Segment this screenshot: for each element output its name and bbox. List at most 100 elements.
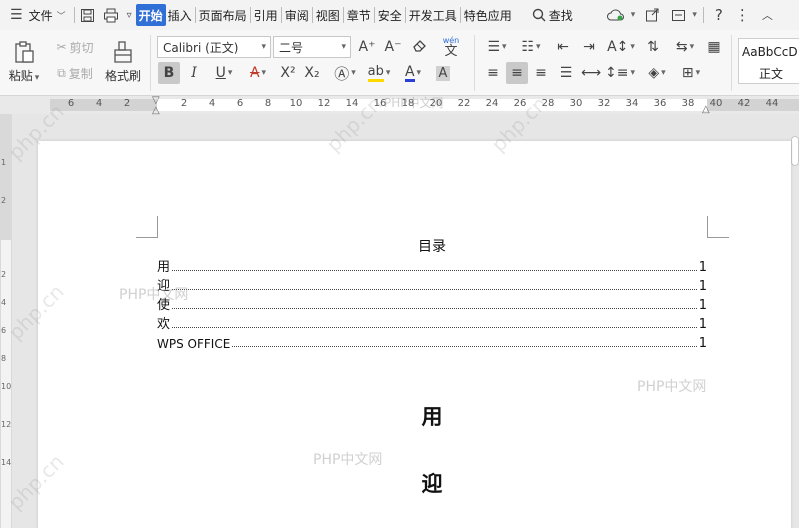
divider [311, 7, 313, 23]
toc-entry[interactable]: 用 1 [157, 257, 707, 275]
ruler-number: 18 [401, 98, 415, 109]
font-size-select[interactable]: 二号 ▾ [273, 36, 351, 58]
subscript-button[interactable]: X₂ [301, 62, 323, 84]
text-effect-icon: Ⓐ [334, 64, 350, 83]
bullet-list-button[interactable]: ☰ ▾ [482, 36, 512, 58]
toc-entry[interactable]: 使 1 [157, 295, 707, 313]
style-gallery-normal[interactable]: AaBbCcD 正文 [738, 38, 799, 84]
document-heading[interactable]: 用 [157, 401, 707, 431]
tab-insert[interactable]: 插入 [166, 4, 194, 26]
hamburger-icon[interactable]: ☰ [6, 4, 27, 26]
tab-references[interactable]: 引用 [252, 4, 280, 26]
chevron-down-icon[interactable]: ﹀ [57, 9, 66, 22]
tab-page-layout[interactable]: 页面布局 [197, 4, 249, 26]
font-color-icon: A [404, 63, 415, 82]
chevron-down-icon[interactable]: ▾ [692, 10, 697, 20]
chevron-down-icon: ▾ [416, 68, 422, 78]
toc-entry-text: 使 [157, 298, 171, 313]
toc-leader [172, 289, 697, 290]
font-color-button[interactable]: A ▾ [398, 62, 428, 84]
highlight-button[interactable]: ab ▾ [364, 62, 394, 84]
print-icon[interactable] [99, 4, 123, 26]
tab-features[interactable]: 特色应用 [462, 4, 514, 26]
grow-font-button[interactable]: A⁺ [356, 36, 378, 58]
scissors-icon: ✂ [56, 40, 67, 54]
more-quick-icon[interactable]: ▿ [123, 4, 136, 26]
underline-button[interactable]: U ▾ [207, 62, 241, 84]
divider [459, 7, 461, 23]
help-icon[interactable]: ? [711, 4, 727, 26]
sort-button[interactable]: ⇅ [642, 36, 664, 58]
tab-view[interactable]: 视图 [314, 4, 342, 26]
borders-button[interactable]: ⊞ ▾ [676, 62, 706, 84]
cut-button[interactable]: ✂ 剪切 [50, 36, 100, 58]
toc-entry-page: 1 [698, 317, 707, 332]
more-icon[interactable]: ⋮ [731, 4, 754, 26]
shrink-font-button[interactable]: A⁻ [382, 36, 404, 58]
divider [702, 7, 704, 23]
strikethrough-button[interactable]: A ▾ [243, 62, 273, 84]
grow-font-icon: A⁺ [358, 39, 376, 55]
line-spacing-button[interactable]: ↕≡ ▾ [605, 62, 635, 84]
toc-entry[interactable]: 欢 1 [157, 314, 707, 332]
paste-button[interactable]: 粘贴 ▾ [4, 34, 44, 86]
export-icon[interactable] [667, 4, 690, 26]
toc-entry[interactable]: WPS OFFICE 1 [157, 333, 707, 351]
ruler-number: 4 [95, 98, 103, 109]
tab-home[interactable]: 开始 [135, 4, 166, 26]
paragraph-adjust-icon: ⇆ [675, 39, 688, 55]
tab-developer[interactable]: 开发工具 [407, 4, 459, 26]
align-center-button[interactable]: ≡ [506, 62, 528, 84]
align-left-button[interactable]: ≡ [482, 62, 504, 84]
chevron-down-icon: ▾ [227, 68, 233, 78]
ruler-number: 28 [541, 98, 555, 109]
toc-entry[interactable]: 迎 1 [157, 276, 707, 294]
sort-icon: ⇅ [647, 39, 659, 55]
search-icon[interactable] [528, 4, 547, 26]
font-name-select[interactable]: Calibri (正文) ▾ [157, 36, 271, 58]
clear-format-button[interactable] [408, 36, 430, 58]
align-right-button[interactable]: ≡ [530, 62, 552, 84]
bold-button[interactable]: B [158, 62, 180, 84]
line-spacing-icon: ↕≡ [605, 65, 629, 81]
share-icon[interactable] [641, 4, 663, 26]
italic-button[interactable]: I [183, 62, 205, 84]
increase-indent-button[interactable]: ⇥ [578, 36, 600, 58]
save-icon[interactable] [76, 4, 99, 26]
text-direction-button[interactable]: A↕ ▾ [605, 36, 637, 58]
text-effect-button[interactable]: Ⓐ ▾ [330, 62, 360, 84]
chevron-down-icon: ▾ [689, 42, 695, 52]
superscript-button[interactable]: X² [277, 62, 299, 84]
shading-button[interactable]: ◈ ▾ [642, 62, 672, 84]
right-indent-marker[interactable]: △ [702, 104, 710, 115]
table-border-button[interactable]: ▦ [703, 36, 725, 58]
vertical-scrollbar-thumb[interactable] [791, 136, 799, 166]
bold-icon: B [163, 65, 175, 81]
tab-review[interactable]: 审阅 [283, 4, 311, 26]
chevron-down-icon[interactable]: ▾ [631, 10, 636, 20]
align-right-icon: ≡ [535, 65, 547, 81]
paint-bucket-icon: ◈ [648, 65, 660, 81]
justify-button[interactable]: ☰ [555, 62, 577, 84]
toc-title[interactable]: 目录 [157, 236, 707, 256]
decrease-indent-button[interactable]: ⇤ [552, 36, 574, 58]
cloud-sync-icon[interactable] [603, 4, 629, 26]
font-size-value: 二号 [279, 40, 304, 55]
document-heading[interactable]: 迎 [157, 468, 707, 498]
file-menu[interactable]: 文件 [27, 4, 55, 26]
line-spacing-adjust-button[interactable]: ⇆ ▾ [670, 36, 700, 58]
distributed-align-button[interactable]: ⟷ [580, 62, 602, 84]
search-label[interactable]: 查找 [547, 4, 575, 26]
numbered-list-button[interactable]: ☷ ▾ [516, 36, 546, 58]
chevron-down-icon[interactable]: ▾ [35, 73, 40, 83]
phonetic-guide-button[interactable]: wén 文 [434, 34, 468, 60]
tab-chapter[interactable]: 章节 [345, 4, 373, 26]
collapse-ribbon-icon[interactable]: ︿ [758, 4, 777, 26]
char-shading-button[interactable]: A [432, 62, 454, 84]
format-painter-button[interactable]: 格式刷 [102, 34, 144, 86]
vruler-number: 14 [1, 458, 12, 467]
copy-button[interactable]: ⧉ 复制 [50, 62, 100, 84]
ruler-number: 10 [289, 98, 303, 109]
left-indent-marker[interactable]: △ [152, 105, 160, 116]
tab-security[interactable]: 安全 [376, 4, 404, 26]
